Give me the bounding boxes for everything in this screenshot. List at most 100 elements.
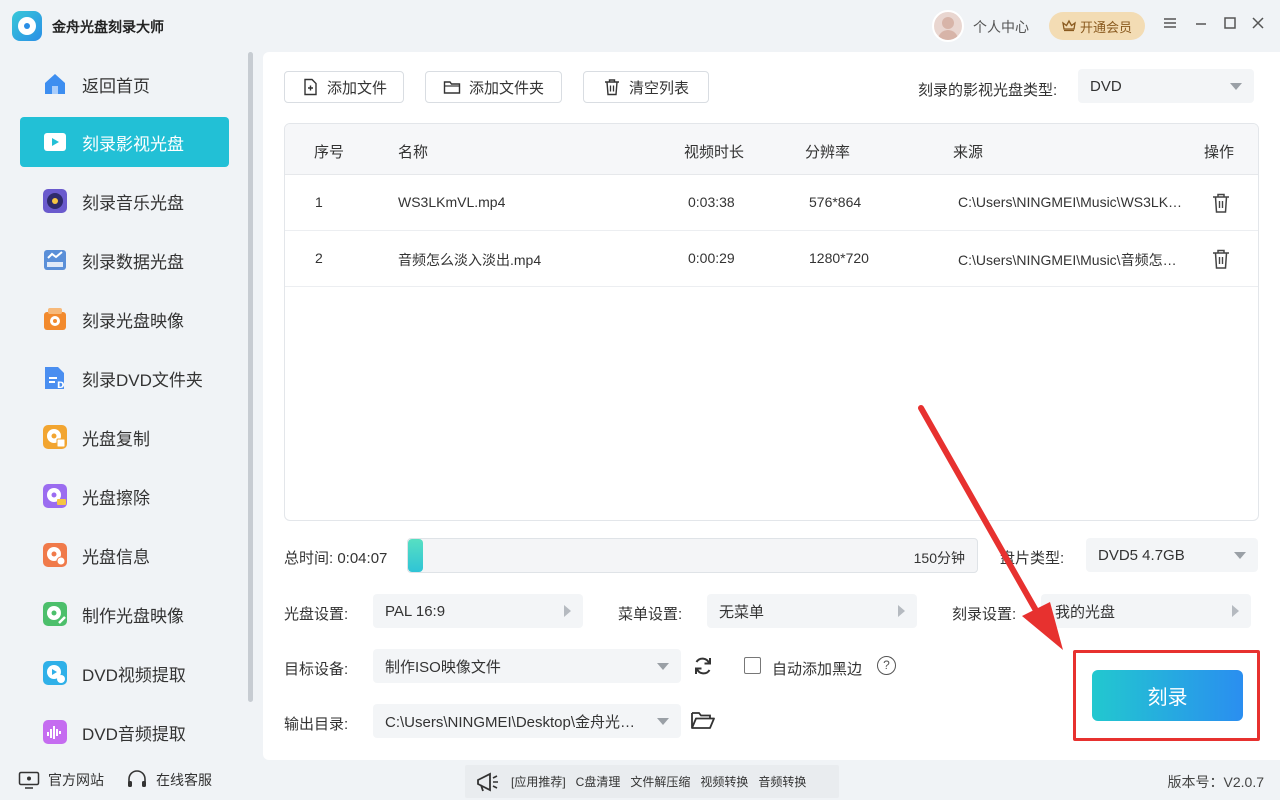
dvd-video-extract-icon <box>42 660 68 686</box>
auto-black-border-checkbox[interactable] <box>744 657 761 674</box>
app-title: 金舟光盘刻录大师 <box>52 19 164 35</box>
menu-setting-value: 无菜单 <box>719 603 765 621</box>
chevron-down-icon <box>657 718 669 725</box>
promo-link-file-unzip[interactable]: 文件解压缩 <box>630 773 690 790</box>
promo-link-video-convert[interactable]: 视频转换 <box>700 773 748 790</box>
sidebar-item-home[interactable]: 返回首页 <box>20 59 229 109</box>
table-row[interactable]: 2 音频怎么淡入淡出.mp4 0:00:29 1280*720 C:\Users… <box>285 231 1258 287</box>
disc-info-icon <box>42 542 68 568</box>
data-disc-icon <box>42 247 68 273</box>
sidebar-item-burn-dvd-folder[interactable]: D 刻录DVD文件夹 <box>20 353 229 403</box>
dvd-folder-icon: D <box>42 365 68 391</box>
minimize-icon[interactable] <box>1191 14 1211 38</box>
output-dir-field[interactable]: C:\Users\NINGMEI\Desktop\金舟光盘刻录大师 <box>373 704 681 738</box>
row-name: WS3LKmVL.mp4 <box>398 194 506 210</box>
column-name: 名称 <box>398 144 429 161</box>
help-icon[interactable]: ? <box>877 656 896 675</box>
online-support-link[interactable]: 在线客服 <box>126 770 212 790</box>
promo-link-c-drive-clean[interactable]: C盘清理 <box>576 773 621 790</box>
headset-icon <box>128 770 146 787</box>
add-file-button[interactable]: 添加文件 <box>284 71 404 103</box>
close-icon[interactable] <box>1248 14 1268 38</box>
disc-kind-select[interactable]: DVD5 4.7GB <box>1086 538 1258 572</box>
delete-row-icon[interactable] <box>1211 192 1231 214</box>
row-index: 2 <box>315 250 323 266</box>
chevron-down-icon <box>657 663 669 670</box>
chevron-down-icon <box>1230 83 1242 90</box>
sidebar-item-label: 刻录数据光盘 <box>82 252 184 272</box>
target-device-select[interactable]: 制作ISO映像文件 <box>373 649 681 683</box>
clear-list-button[interactable]: 清空列表 <box>583 71 709 103</box>
refresh-icon[interactable] <box>692 655 714 677</box>
disc-copy-icon <box>42 424 68 450</box>
disc-type-label: 刻录的影视光盘类型: <box>918 82 1058 99</box>
capacity-label: 150分钟 <box>913 550 965 566</box>
main-panel: 添加文件 添加文件夹 清空列表 刻录的影视光盘类型: DVD 序号 名称 视频时… <box>263 52 1280 760</box>
row-source: C:\Users\NINGMEI\Music\音频怎么淡入淡出.mp4 <box>958 252 1186 268</box>
sidebar-item-disc-erase[interactable]: 光盘擦除 <box>20 471 229 521</box>
sidebar-item-label: DVD音频提取 <box>82 724 186 744</box>
menu-icon[interactable] <box>1160 14 1180 38</box>
disc-type-select[interactable]: DVD <box>1078 69 1254 103</box>
maximize-icon[interactable] <box>1220 14 1240 38</box>
promo-link-audio-convert[interactable]: 音频转换 <box>758 773 806 790</box>
sidebar-item-disc-copy[interactable]: 光盘复制 <box>20 412 229 462</box>
delete-row-icon[interactable] <box>1211 248 1231 270</box>
row-duration: 0:03:38 <box>688 194 735 210</box>
chevron-down-icon <box>1234 552 1246 559</box>
burn-setting-value: 我的光盘 <box>1055 603 1116 621</box>
sidebar-item-label: 返回首页 <box>82 76 150 96</box>
menu-setting-select[interactable]: 无菜单 <box>707 594 917 628</box>
sidebar-item-burn-video-disc[interactable]: 刻录影视光盘 <box>20 117 229 167</box>
row-index: 1 <box>315 194 323 210</box>
sidebar-scrollbar[interactable] <box>248 52 253 702</box>
monitor-icon <box>18 771 40 789</box>
target-device-value: 制作ISO映像文件 <box>385 658 501 676</box>
add-file-label: 添加文件 <box>326 79 387 97</box>
burn-setting-label: 刻录设置: <box>952 606 1017 623</box>
sidebar-item-burn-music-disc[interactable]: 刻录音乐光盘 <box>20 176 229 226</box>
capacity-progress-bar: 150分钟 <box>407 538 978 573</box>
file-table: 序号 名称 视频时长 分辨率 来源 操作 1 WS3LKmVL.mp4 0:03… <box>284 123 1259 521</box>
vip-label: 开通会员 <box>1079 19 1132 35</box>
vip-button[interactable]: 开通会员 <box>1049 12 1145 40</box>
sidebar-item-dvd-audio-extract[interactable]: DVD音频提取 <box>20 707 229 757</box>
user-center-link[interactable]: 个人中心 <box>973 17 1029 37</box>
add-folder-label: 添加文件夹 <box>468 79 544 97</box>
app-recommend-bar: [应用推荐] C盘清理 文件解压缩 视频转换 音频转换 <box>465 765 839 798</box>
sidebar-item-label: 刻录音乐光盘 <box>82 193 184 213</box>
burn-button[interactable]: 刻录 <box>1092 670 1243 721</box>
column-resolution: 分辨率 <box>805 144 851 161</box>
add-folder-button[interactable]: 添加文件夹 <box>425 71 562 103</box>
add-file-icon <box>304 78 317 96</box>
home-icon <box>42 71 68 97</box>
folder-icon <box>443 81 461 94</box>
row-resolution: 576*864 <box>809 194 862 210</box>
status-bar: 官方网站 在线客服 [应用推荐] C盘清理 文件解压缩 视频转换 音频转换 版本… <box>0 760 1280 800</box>
official-website-link[interactable]: 官方网站 <box>18 770 104 790</box>
burn-setting-select[interactable]: 我的光盘 <box>1041 594 1251 628</box>
open-folder-icon[interactable] <box>690 709 716 731</box>
sidebar-item-label: 光盘复制 <box>82 429 150 449</box>
sidebar-item-burn-disc-image[interactable]: 刻录光盘映像 <box>20 294 229 344</box>
sidebar-item-disc-info[interactable]: 光盘信息 <box>20 530 229 580</box>
sidebar-item-make-disc-image[interactable]: 制作光盘映像 <box>20 589 229 639</box>
column-action: 操作 <box>1204 144 1235 161</box>
sidebar-item-label: 光盘擦除 <box>82 488 150 508</box>
table-row[interactable]: 1 WS3LKmVL.mp4 0:03:38 576*864 C:\Users\… <box>285 175 1258 231</box>
sidebar-item-dvd-video-extract[interactable]: DVD视频提取 <box>20 648 229 698</box>
app-logo-icon <box>12 11 42 41</box>
music-disc-icon <box>42 188 68 214</box>
video-disc-icon <box>42 129 68 155</box>
menu-setting-label: 菜单设置: <box>618 606 683 623</box>
online-support-label: 在线客服 <box>156 772 212 788</box>
sidebar-item-burn-data-disc[interactable]: 刻录数据光盘 <box>20 235 229 285</box>
disc-erase-icon <box>42 483 68 509</box>
crown-icon <box>1062 19 1076 32</box>
row-name: 音频怎么淡入淡出.mp4 <box>398 252 542 268</box>
disc-setting-select[interactable]: PAL 16:9 <box>373 594 583 628</box>
table-header: 序号 名称 视频时长 分辨率 来源 操作 <box>285 124 1258 175</box>
column-index: 序号 <box>314 144 345 161</box>
user-avatar[interactable] <box>932 10 964 42</box>
disc-setting-value: PAL 16:9 <box>385 602 446 620</box>
